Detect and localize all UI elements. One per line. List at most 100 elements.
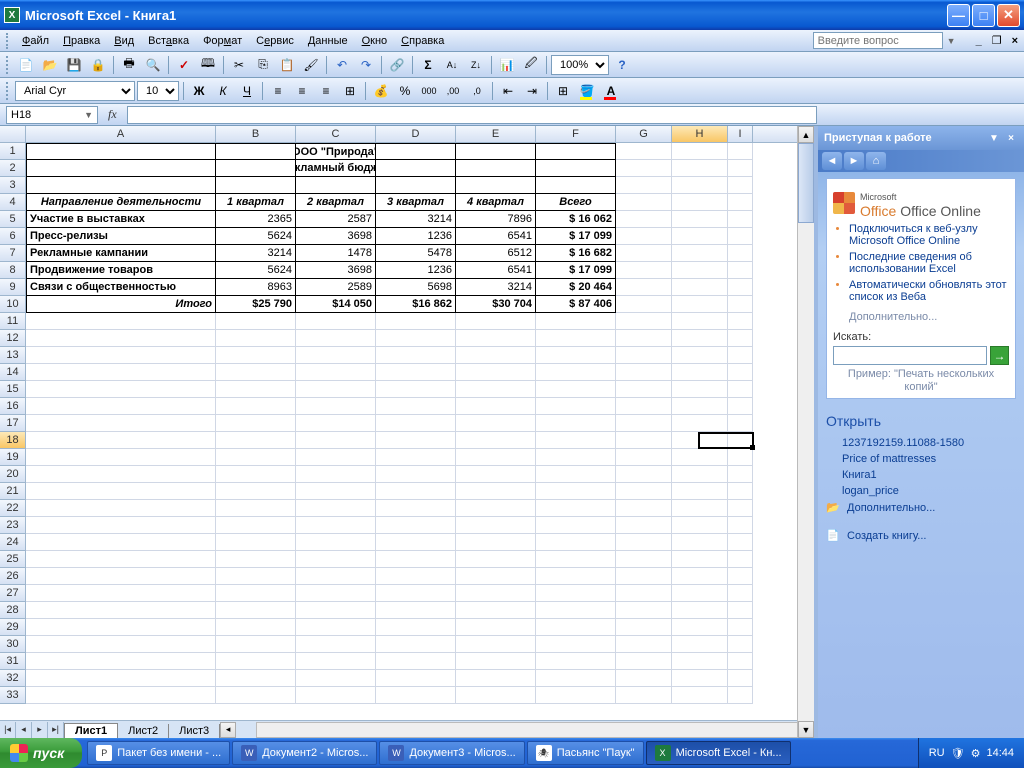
cell-G6[interactable] [616, 228, 672, 245]
cell-C15[interactable] [296, 381, 376, 398]
cell-A15[interactable] [26, 381, 216, 398]
menu-tools[interactable]: Сервис [249, 33, 301, 49]
cell-G14[interactable] [616, 364, 672, 381]
cell-F31[interactable] [536, 653, 616, 670]
formula-input[interactable] [127, 106, 817, 124]
cell-I3[interactable] [728, 177, 753, 194]
cell-C6[interactable]: 3698 [296, 228, 376, 245]
cell-D27[interactable] [376, 585, 456, 602]
cell-I26[interactable] [728, 568, 753, 585]
row-header[interactable]: 25 [0, 551, 26, 568]
cell-B27[interactable] [216, 585, 296, 602]
cell-E12[interactable] [456, 330, 536, 347]
cell-I7[interactable] [728, 245, 753, 262]
menu-view[interactable]: Вид [107, 33, 141, 49]
cell-E2[interactable] [456, 160, 536, 177]
cell-H21[interactable] [672, 483, 728, 500]
row-header[interactable]: 3 [0, 177, 26, 194]
cell-A6[interactable]: Пресс-релизы [26, 228, 216, 245]
font-color-button[interactable]: A [600, 80, 622, 102]
cell-C13[interactable] [296, 347, 376, 364]
cell-B18[interactable] [216, 432, 296, 449]
borders-button[interactable]: ⊞ [552, 80, 574, 102]
cell-B1[interactable] [216, 143, 296, 160]
cell-I1[interactable] [728, 143, 753, 160]
merge-center-button[interactable]: ⊞ [339, 80, 361, 102]
cell-F30[interactable] [536, 636, 616, 653]
cell-B11[interactable] [216, 313, 296, 330]
recent-file[interactable]: logan_price [826, 483, 1016, 499]
cell-G28[interactable] [616, 602, 672, 619]
taskpane-back-icon[interactable]: ◄ [822, 152, 842, 170]
hscroll-left-icon[interactable]: ◂ [220, 722, 236, 738]
cell-C26[interactable] [296, 568, 376, 585]
row-header[interactable]: 18 [0, 432, 26, 449]
cell-D11[interactable] [376, 313, 456, 330]
cell-A25[interactable] [26, 551, 216, 568]
cell-F6[interactable]: $ 17 099 [536, 228, 616, 245]
currency-button[interactable]: 💰 [370, 80, 392, 102]
cell-I2[interactable] [728, 160, 753, 177]
cell-E23[interactable] [456, 517, 536, 534]
cell-D10[interactable]: $16 862 [376, 296, 456, 313]
row-header[interactable]: 29 [0, 619, 26, 636]
cell-E26[interactable] [456, 568, 536, 585]
cell-B21[interactable] [216, 483, 296, 500]
cell-A16[interactable] [26, 398, 216, 415]
sheet-tab-3[interactable]: Лист3 [169, 724, 220, 738]
cell-I4[interactable] [728, 194, 753, 211]
taskbar-item[interactable]: WДокумент2 - Micros... [232, 741, 377, 765]
drawing-button[interactable]: 🖉 [520, 54, 542, 76]
cell-B13[interactable] [216, 347, 296, 364]
row-header[interactable]: 13 [0, 347, 26, 364]
cell-G7[interactable] [616, 245, 672, 262]
cell-A4[interactable]: Направление деятельности [26, 194, 216, 211]
help-button[interactable]: ? [611, 54, 633, 76]
cell-C19[interactable] [296, 449, 376, 466]
scroll-down-icon[interactable]: ▼ [798, 721, 814, 738]
row-header[interactable]: 23 [0, 517, 26, 534]
cell-E11[interactable] [456, 313, 536, 330]
cell-G11[interactable] [616, 313, 672, 330]
cell-C24[interactable] [296, 534, 376, 551]
decrease-indent-button[interactable]: ⇤ [497, 80, 519, 102]
cell-D21[interactable] [376, 483, 456, 500]
minimize-button[interactable]: — [947, 4, 970, 27]
cell-C16[interactable] [296, 398, 376, 415]
cell-H15[interactable] [672, 381, 728, 398]
cell-B29[interactable] [216, 619, 296, 636]
row-header[interactable]: 22 [0, 500, 26, 517]
taskpane-home-icon[interactable]: ⌂ [866, 152, 886, 170]
cell-D12[interactable] [376, 330, 456, 347]
cell-H30[interactable] [672, 636, 728, 653]
cell-G31[interactable] [616, 653, 672, 670]
cell-I30[interactable] [728, 636, 753, 653]
cell-D28[interactable] [376, 602, 456, 619]
row-header[interactable]: 32 [0, 670, 26, 687]
fx-icon[interactable]: fx [102, 107, 123, 122]
cell-C7[interactable]: 1478 [296, 245, 376, 262]
cell-D1[interactable] [376, 143, 456, 160]
cell-D17[interactable] [376, 415, 456, 432]
cell-E14[interactable] [456, 364, 536, 381]
research-button[interactable]: 🕮 [197, 54, 219, 76]
cell-B10[interactable]: $25 790 [216, 296, 296, 313]
menu-data[interactable]: Данные [301, 33, 355, 49]
cell-C29[interactable] [296, 619, 376, 636]
cell-D20[interactable] [376, 466, 456, 483]
menu-window[interactable]: Окно [355, 33, 395, 49]
row-header[interactable]: 17 [0, 415, 26, 432]
cell-C27[interactable] [296, 585, 376, 602]
fill-color-button[interactable]: 🪣 [576, 80, 598, 102]
cell-H6[interactable] [672, 228, 728, 245]
cell-D9[interactable]: 5698 [376, 279, 456, 296]
row-header[interactable]: 1 [0, 143, 26, 160]
cell-E6[interactable]: 6541 [456, 228, 536, 245]
undo-button[interactable]: ↶ [331, 54, 353, 76]
cell-C8[interactable]: 3698 [296, 262, 376, 279]
cell-H4[interactable] [672, 194, 728, 211]
col-header-A[interactable]: A [26, 126, 216, 142]
cell-D31[interactable] [376, 653, 456, 670]
scroll-up-icon[interactable]: ▲ [798, 126, 814, 143]
cell-G9[interactable] [616, 279, 672, 296]
